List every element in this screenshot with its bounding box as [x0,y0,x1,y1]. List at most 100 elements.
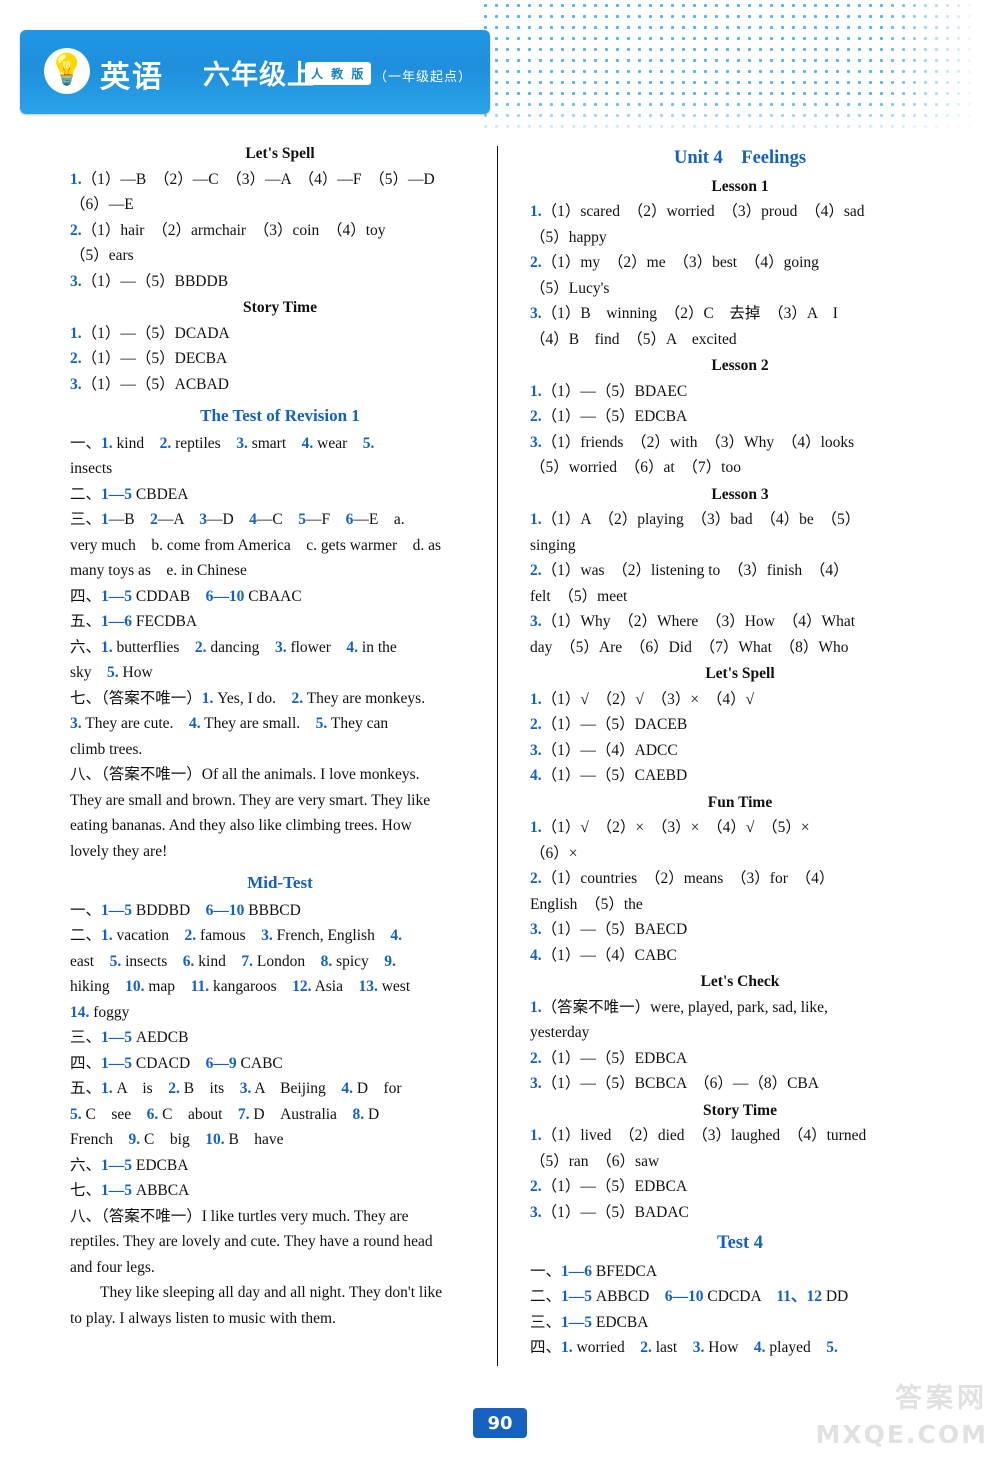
answer-line: 七、1—5 ABBCA [70,1182,190,1199]
answer-line: 六、1—5 EDCBA [70,1156,189,1174]
answer-line: （5）happy [530,228,607,246]
section-header: Lesson 3 [711,485,769,503]
answer-line: 1.（1）—B （2）—C （3）—A （4）—F （5）—D [70,170,435,188]
publisher-note: （一年级起点） [374,70,473,85]
answer-line: 二、1—5 ABBCD 6—10 CDCDA 11、12 DD [530,1288,849,1305]
answer-line: 3.（1）—（5）BAECD [530,921,688,938]
right-column: Unit 4 Feelings Lesson 1 1.（1）scared （2）wo… [530,140,950,1361]
answer-line: They like sleeping all day and all night… [100,1284,443,1301]
answer-line: 2.（1）—（5）DECBA [70,350,228,367]
section-header: Story Time [703,1101,777,1119]
column-divider [497,146,498,1366]
answer-line: 3.（1）—（5）BBDDB [70,272,229,290]
answer-line: （5）worried （6）at （7）too [530,459,741,476]
answer-line: 3.（1）friends （2）with （3）Why （4）looks [530,433,855,451]
answer-line: felt （5）meet [530,587,628,605]
book-grade: 六年级上 [203,60,315,91]
answer-line: 3.（1）B winning （2）C 去掉 （3）A I [530,305,838,322]
answer-line: 3.（1）—（5）ACBAD [70,375,229,393]
unit-header: Unit 4 Feelings [673,148,807,168]
answer-line: very much b. come from America c. gets w… [70,536,442,554]
answer-line: to play. I always listen to music with t… [70,1309,336,1327]
answer-line: 七、（答案不唯一）1. Yes, I do. 2. They are monke… [70,689,426,707]
answer-line: （5）ran （6）saw [530,1152,660,1170]
answer-line: day （5）Are （6）Did （7）What （8）Who [530,638,849,656]
answer-line: 三、1—B 2—A 3—D 4—C 5—F 6—E a. [70,511,405,528]
answer-line: lovely they are! [70,842,168,860]
answer-line: 四、1—5 CDDAB 6—10 CBAAC [70,587,302,605]
lightbulb-glyph: 💡 [48,53,86,87]
page-banner: 💡 英语 六年级上 人 教 版 （一年级起点） [0,0,1000,140]
banner-fade-bottom [480,100,1000,140]
answer-line: hiking 10. map 11. kangaroos 12. Asia 13… [70,978,411,995]
left-column: Let's Spell 1.（1）—B （2）—C （3）—A （4）—F （5）… [70,140,490,1331]
watermark-cn: 答案网 [895,1383,988,1414]
answer-line: 4.（1）—（5）CAEBD [530,767,688,784]
section-header: Fun Time [707,793,773,811]
answer-line: insects [70,460,113,477]
answer-line: 1.（1）—（5）DCADA [70,324,230,342]
answer-line: 1.（1）√ （2）× （3）× （4）√ （5）× [530,819,810,836]
answer-line: 五、1. A is 2. B its 3. A Beijing 4. D for [70,1080,402,1097]
answer-line: 1.（1）lived （2）died （3）laughed （4）turned [530,1127,867,1144]
lightbulb-icon: 💡 [44,48,90,94]
book-title: 英语 [100,60,164,95]
answer-line: 四、1—5 CDACD 6—9 CABC [70,1054,283,1072]
answer-line: 3.（1）—（4）ADCC [530,741,678,759]
answer-line: 2.（1）my （2）me （3）best （4）going [530,254,819,271]
answer-line: 1.（1）scared （2）worried （3）proud （4）sad [530,203,865,220]
answer-line: 三、1—5 EDCBA [530,1313,649,1331]
section-header-accent: The Test of Revision 1 [200,406,360,425]
answer-line: 1.（1）√ （2）√ （3）× （4）√ [530,690,755,708]
answer-line: 一、1—6 BFEDCA [530,1262,658,1280]
answer-line: 四、1. worried 2. last 3. How 4. played 5. [530,1339,838,1356]
answer-line: 八、（答案不唯一）I like turtles very much. They … [70,1207,409,1225]
section-header: Story Time [243,299,317,316]
answer-line: 1.（答案不唯一）were, played, park, sad, like, [530,998,828,1016]
answer-line: 2.（1）countries （2）means （3）for （4） [530,870,835,887]
answer-line: （5）Lucy's [530,279,610,297]
answer-line: many toys as e. in Chinese [70,562,247,579]
answer-line: 2.（1）was （2）listening to （3）finish （4） [530,562,849,579]
answer-line: 3.（1）Why （2）Where （3）How （4）What [530,613,856,630]
answer-line: They are small and brown. They are very … [70,791,431,809]
answer-key-content: Let's Spell 1.（1）—B （2）—C （3）—A （4）—F （5）… [0,140,1000,1410]
answer-line: 3.（1）—（5）BCBCA （6）—（8）CBA [530,1075,819,1092]
section-header: Let's Check [700,973,780,990]
unit-header: Test 4 [716,1233,764,1253]
answer-line: 2.（1）hair （2）armchair （3）coin （4）toy [70,221,386,239]
section-header: Lesson 2 [711,357,769,374]
answer-line: 3. They are cute. 4. They are small. 5. … [70,715,389,732]
answer-line: and four legs. [70,1258,155,1276]
publisher-badge: 人 教 版 [305,62,372,85]
answer-line: 2.（1）—（5）EDBCA [530,1049,688,1067]
answer-line: 六、1. butterflies 2. dancing 3. flower 4.… [70,638,397,656]
answer-line: （6）—E [70,196,134,213]
answer-line: yesterday [530,1024,590,1041]
answer-line: singing [530,536,576,554]
answer-line: （5）ears [70,247,134,264]
answer-line: 14. foggy [70,1003,130,1021]
answer-line: 1.（1）—（5）BDAEC [530,382,688,400]
answer-line: climb trees. [70,740,143,758]
answer-line: 3.（1）—（5）BADAC [530,1203,689,1221]
answer-line: （4）B find （5）A excited [530,330,737,348]
answer-line: east 5. insects 6. kind 7. London 8. spi… [70,952,396,970]
answer-line: 1.（1）A （2）playing （3）bad （4）be （5） [530,511,861,528]
answer-line: 2.（1）—（5）EDBCA [530,1178,688,1195]
answer-line: English （5）the [530,895,643,913]
answer-line: 二、1—5 CBDEA [70,485,189,503]
watermark: 答案网 MXQE.COM [802,1376,992,1468]
page-number: 90 [473,1408,527,1438]
answer-line: 八、（答案不唯一）Of all the animals. I love monk… [70,766,420,783]
answer-line: 一、1—5 BDDBD 6—10 BBBCD [70,901,301,919]
section-header: Let's Spell [245,145,315,162]
answer-line: 二、1. vacation 2. famous 3. French, Engli… [70,927,402,944]
answer-line: sky 5. How [70,664,153,681]
answer-line: 五、1—6 FECDBA [70,613,198,630]
answer-line: （6）× [530,844,578,862]
answer-line: 一、1. kind 2. reptiles 3. smart 4. wear 5… [70,434,375,452]
answer-line: 5. C see 6. C about 7. D Australia 8. D [70,1105,380,1123]
answer-line: French 9. C big 10. B have [70,1131,284,1148]
answer-line: eating bananas. And they also like climb… [70,817,412,834]
